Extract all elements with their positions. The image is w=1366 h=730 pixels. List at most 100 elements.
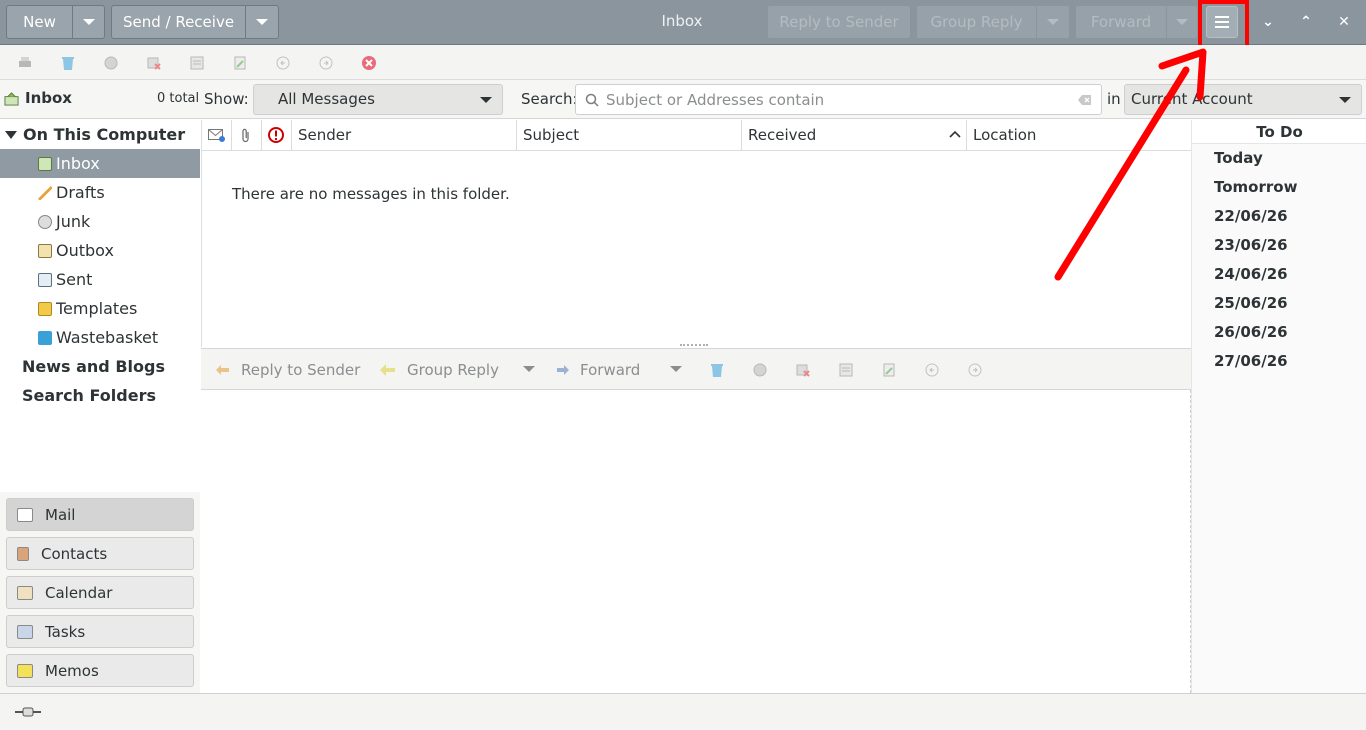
column-importance[interactable] bbox=[262, 120, 292, 151]
folder-label: Sent bbox=[56, 270, 93, 289]
column-label: Sender bbox=[298, 126, 352, 144]
view-switcher: Mail Contacts Calendar Tasks Memos bbox=[0, 492, 200, 693]
clear-search-icon[interactable] bbox=[1078, 94, 1092, 106]
forward-dropdown-button[interactable] bbox=[1167, 5, 1198, 39]
account-search-folders[interactable]: Search Folders bbox=[0, 381, 200, 410]
todo-date-row[interactable]: Today bbox=[1214, 149, 1263, 167]
reply-to-sender-button[interactable]: Reply to Sender bbox=[767, 5, 911, 39]
preview-group-reply-button[interactable]: Group Reply bbox=[379, 361, 499, 379]
switcher-mail-button[interactable]: Mail bbox=[6, 498, 194, 531]
not-junk-icon[interactable] bbox=[146, 55, 162, 71]
folder-wastebasket[interactable]: Wastebasket bbox=[0, 323, 200, 352]
empty-folder-message: There are no messages in this folder. bbox=[232, 185, 510, 203]
next-icon[interactable] bbox=[318, 55, 334, 71]
pane-resize-handle[interactable] bbox=[680, 344, 708, 346]
group-reply-button[interactable]: Group Reply bbox=[916, 5, 1037, 39]
sort-ascending-icon bbox=[949, 130, 961, 138]
switcher-tasks-button[interactable]: Tasks bbox=[6, 615, 194, 648]
todo-date-row[interactable]: 23/06/26 bbox=[1214, 236, 1288, 254]
switcher-label: Mail bbox=[45, 505, 76, 524]
forward-button[interactable]: Forward bbox=[1075, 5, 1167, 39]
folder-sent[interactable]: Sent bbox=[0, 265, 200, 294]
send-receive-button[interactable]: Send / Receive bbox=[111, 5, 246, 39]
paperclip-icon bbox=[242, 128, 249, 143]
send-receive-dropdown-button[interactable] bbox=[246, 5, 279, 39]
preview-forward-button[interactable]: Forward bbox=[556, 361, 640, 379]
current-folder-name: Inbox bbox=[25, 89, 72, 107]
search-bar: Inbox 0 total Show: All Messages Search:… bbox=[0, 80, 1366, 119]
stop-icon[interactable] bbox=[361, 55, 377, 71]
column-label: Subject bbox=[523, 126, 580, 144]
folder-drafts[interactable]: Drafts bbox=[0, 178, 200, 207]
delete-icon[interactable] bbox=[709, 362, 725, 378]
switcher-memos-button[interactable]: Memos bbox=[6, 654, 194, 687]
group-reply-dropdown-button[interactable] bbox=[1037, 5, 1070, 39]
column-location[interactable]: Location bbox=[967, 120, 1192, 151]
switcher-label: Contacts bbox=[41, 544, 108, 563]
todo-date-row[interactable]: 26/06/26 bbox=[1214, 323, 1288, 341]
folder-label: Drafts bbox=[56, 183, 105, 202]
chevron-down-icon bbox=[480, 97, 492, 103]
window-title: Inbox bbox=[661, 12, 703, 30]
new-dropdown-button[interactable] bbox=[73, 5, 105, 39]
folder-inbox[interactable]: Inbox bbox=[0, 149, 200, 178]
todo-date-row[interactable]: 22/06/26 bbox=[1214, 207, 1288, 225]
show-filter-dropdown[interactable]: All Messages bbox=[253, 84, 503, 115]
search-field[interactable] bbox=[575, 84, 1102, 115]
folder-templates[interactable]: Templates bbox=[0, 294, 200, 323]
minimize-icon[interactable]: ⌄ bbox=[1256, 10, 1280, 34]
group-reply-dropdown-icon[interactable] bbox=[523, 366, 535, 372]
reply-icon bbox=[216, 365, 229, 375]
todo-date-row[interactable]: 27/06/26 bbox=[1214, 352, 1288, 370]
todo-date-row[interactable]: 25/06/26 bbox=[1214, 294, 1288, 312]
send-receive-label: Send / Receive bbox=[122, 13, 235, 31]
archive-icon[interactable] bbox=[189, 55, 205, 71]
search-input[interactable] bbox=[606, 89, 1076, 111]
mail-icon bbox=[17, 507, 33, 522]
junk-icon[interactable] bbox=[752, 362, 768, 378]
folder-icon bbox=[38, 301, 52, 316]
offline-status-icon[interactable] bbox=[14, 705, 42, 719]
search-scope-value: Current Account bbox=[1131, 90, 1253, 108]
move-icon[interactable] bbox=[232, 55, 248, 71]
group-reply-label: Group Reply bbox=[407, 361, 499, 379]
account-on-this-computer[interactable]: On This Computer bbox=[0, 120, 200, 149]
not-junk-icon[interactable] bbox=[795, 362, 811, 378]
maximize-icon[interactable]: ⌃ bbox=[1294, 10, 1318, 34]
new-button[interactable]: New bbox=[6, 5, 73, 39]
header-bar: New Send / Receive Inbox Reply to Sender… bbox=[0, 0, 1366, 45]
folder-junk[interactable]: Junk bbox=[0, 207, 200, 236]
todo-date-row[interactable]: Tomorrow bbox=[1214, 178, 1297, 196]
account-news-and-blogs[interactable]: News and Blogs bbox=[0, 352, 200, 381]
column-received[interactable]: Received bbox=[742, 120, 967, 151]
column-attachment[interactable] bbox=[232, 120, 262, 151]
junk-icon[interactable] bbox=[103, 55, 119, 71]
folder-outbox[interactable]: Outbox bbox=[0, 236, 200, 265]
column-sender[interactable]: Sender bbox=[292, 120, 517, 151]
expander-icon[interactable] bbox=[5, 130, 17, 139]
chevron-down-icon bbox=[1047, 19, 1059, 25]
next-icon[interactable] bbox=[967, 362, 983, 378]
archive-icon[interactable] bbox=[838, 362, 854, 378]
delete-icon[interactable] bbox=[60, 55, 76, 71]
print-icon[interactable] bbox=[17, 55, 33, 71]
previous-icon[interactable] bbox=[924, 362, 940, 378]
memos-icon bbox=[17, 663, 33, 678]
search-icon bbox=[585, 93, 599, 107]
preview-reply-to-sender-button[interactable]: Reply to Sender bbox=[215, 361, 360, 379]
column-status[interactable] bbox=[202, 120, 232, 151]
search-scope-dropdown[interactable]: Current Account bbox=[1124, 84, 1362, 115]
switcher-contacts-button[interactable]: Contacts bbox=[6, 537, 194, 570]
switcher-calendar-button[interactable]: Calendar bbox=[6, 576, 194, 609]
move-icon[interactable] bbox=[881, 362, 897, 378]
column-subject[interactable]: Subject bbox=[517, 120, 742, 151]
new-label: New bbox=[23, 13, 56, 31]
reply-to-sender-label: Reply to Sender bbox=[241, 361, 361, 379]
close-icon[interactable]: ✕ bbox=[1332, 10, 1356, 34]
previous-icon[interactable] bbox=[275, 55, 291, 71]
account-label: News and Blogs bbox=[22, 357, 165, 376]
forward-dropdown-icon[interactable] bbox=[670, 366, 682, 372]
todo-date-row[interactable]: 24/06/26 bbox=[1214, 265, 1288, 283]
switcher-label: Memos bbox=[45, 661, 99, 680]
chevron-down-icon bbox=[1339, 97, 1351, 103]
